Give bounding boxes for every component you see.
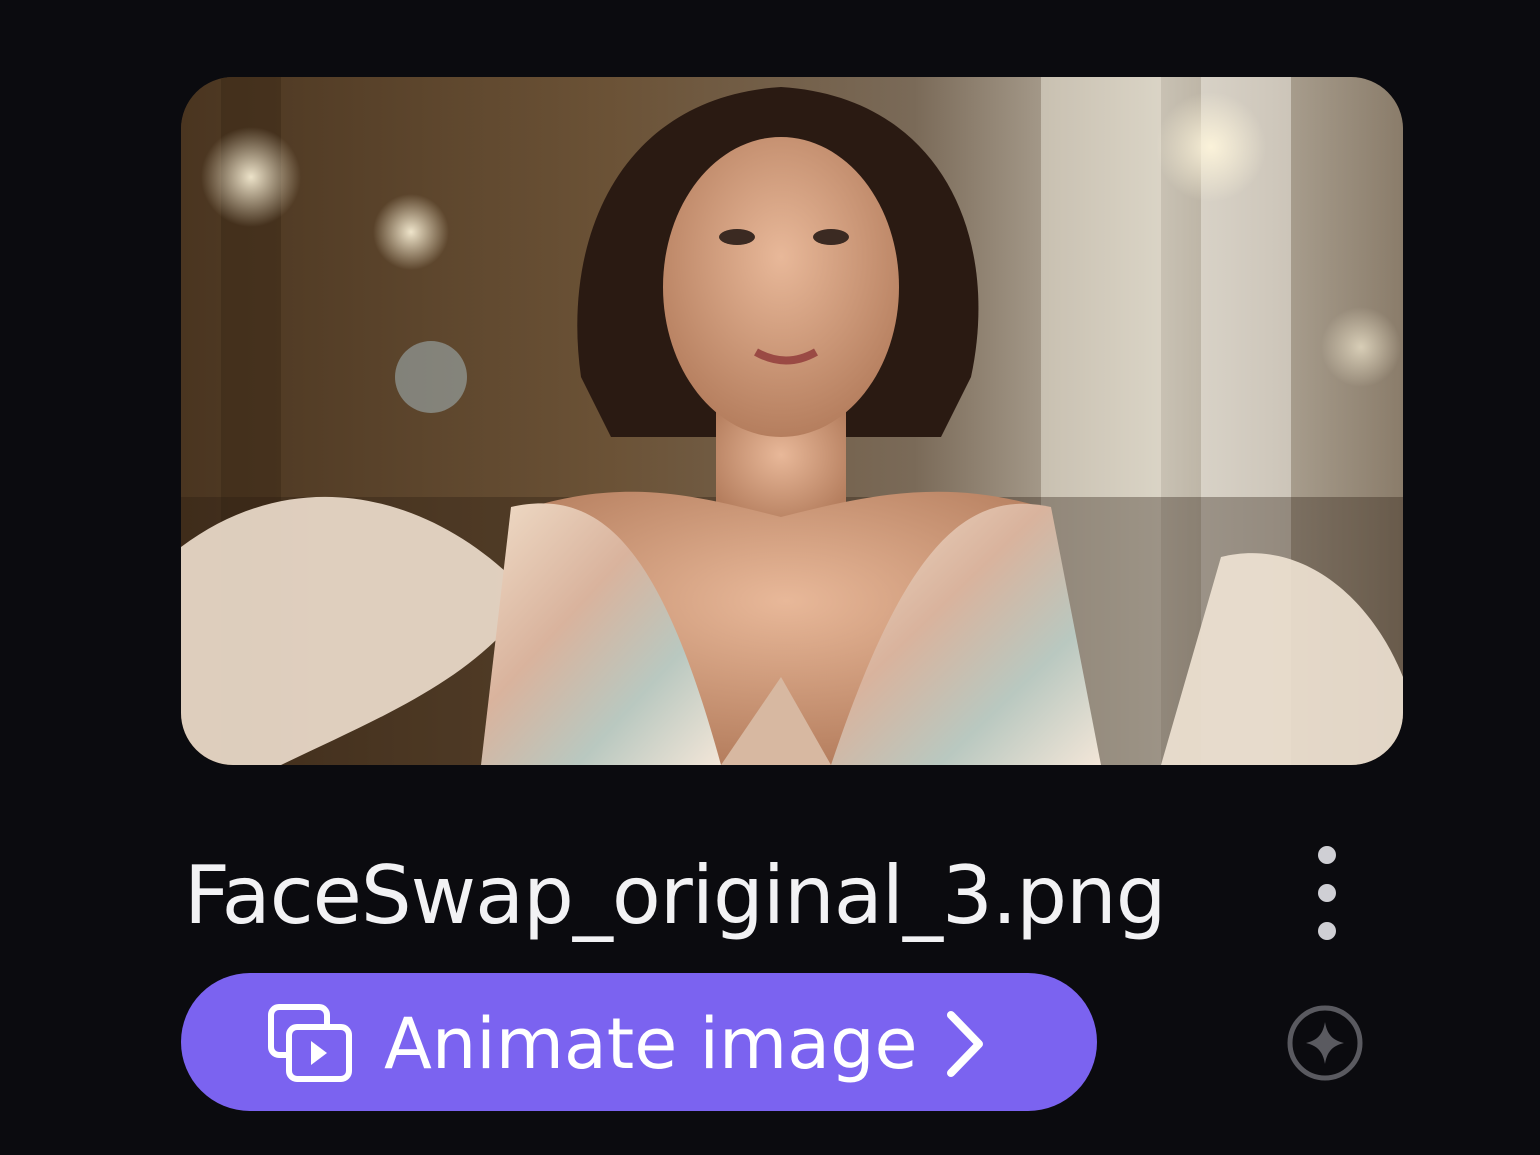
chevron-right-icon	[947, 1011, 983, 1077]
sparkle-icon[interactable]	[1286, 1004, 1364, 1082]
animate-image-icon	[268, 1004, 352, 1082]
photo-illustration	[181, 77, 1403, 765]
image-thumbnail[interactable]	[181, 77, 1403, 765]
media-preview-screen: FaceSwap_original_3.png Animate image	[0, 0, 1540, 1155]
more-vert-icon-dot	[1318, 884, 1336, 902]
more-options-button[interactable]	[1296, 846, 1358, 940]
more-vert-icon	[1318, 846, 1336, 864]
file-name: FaceSwap_original_3.png	[184, 849, 1167, 942]
animate-image-button[interactable]: Animate image	[181, 973, 1097, 1111]
more-vert-icon-dot	[1318, 922, 1336, 940]
animate-image-label: Animate image	[384, 1003, 918, 1085]
